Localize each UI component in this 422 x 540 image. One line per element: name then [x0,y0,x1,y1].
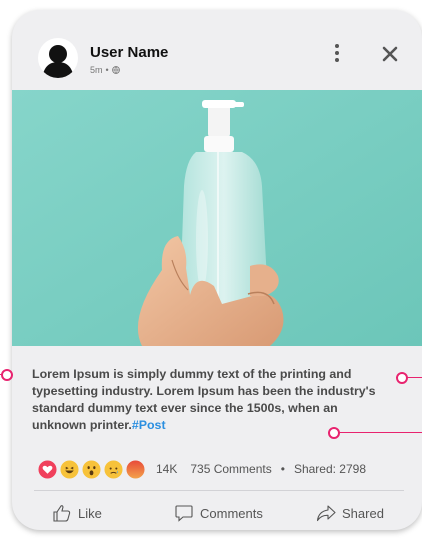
annotation-dot-right-bottom [328,427,340,439]
caption-text: Lorem Ipsum is simply dummy text of the … [32,367,376,432]
post-time: 5m [90,65,103,75]
comments-count[interactable]: 735 Comments [190,462,271,476]
user-silhouette-icon [42,45,74,78]
thumbs-up-icon [53,505,71,522]
divider [34,490,404,491]
avatar[interactable] [38,38,78,78]
hashtag-link[interactable]: #Post [132,418,166,432]
wow-icon[interactable] [82,459,101,479]
haha-icon[interactable] [60,459,79,479]
annotation-dot-right-top [396,372,408,384]
vertical-dots-icon [335,44,339,62]
reactions-bar: 14K 735 Comments • Shared: 2798 [38,459,366,479]
like-label: Like [78,505,102,521]
comments-label: Comments [200,505,263,521]
stats-separator: • [280,462,285,476]
shared-count[interactable]: Shared: 2798 [294,462,366,476]
share-button[interactable]: Shared [316,502,384,524]
more-options-button[interactable] [330,41,344,65]
annotation-connector-right-bottom [336,432,422,434]
reaction-count[interactable]: 14K [156,462,177,476]
post-image[interactable] [12,90,422,346]
sanitizer-bottle-photo [12,90,422,346]
annotation-dot-left [1,369,13,381]
post-header: User Name 5m • [12,10,422,90]
like-button[interactable]: Like [52,502,102,524]
speech-bubble-icon [175,505,193,522]
post-meta: 5m • [90,65,120,75]
post-card: User Name 5m • Lorem Ipsum is simply dum… [12,10,422,530]
close-icon [382,46,398,62]
angry-icon[interactable] [126,459,145,479]
shared-label: Shared [342,505,384,521]
user-name[interactable]: User Name [90,44,168,61]
meta-separator: • [105,65,109,75]
close-button[interactable] [378,42,402,66]
comment-button[interactable]: Comments [174,502,263,524]
sad-icon[interactable] [104,459,123,479]
share-arrow-icon [316,505,336,522]
globe-icon [111,66,120,74]
love-icon[interactable] [38,459,57,479]
post-caption: Lorem Ipsum is simply dummy text of the … [32,366,392,434]
